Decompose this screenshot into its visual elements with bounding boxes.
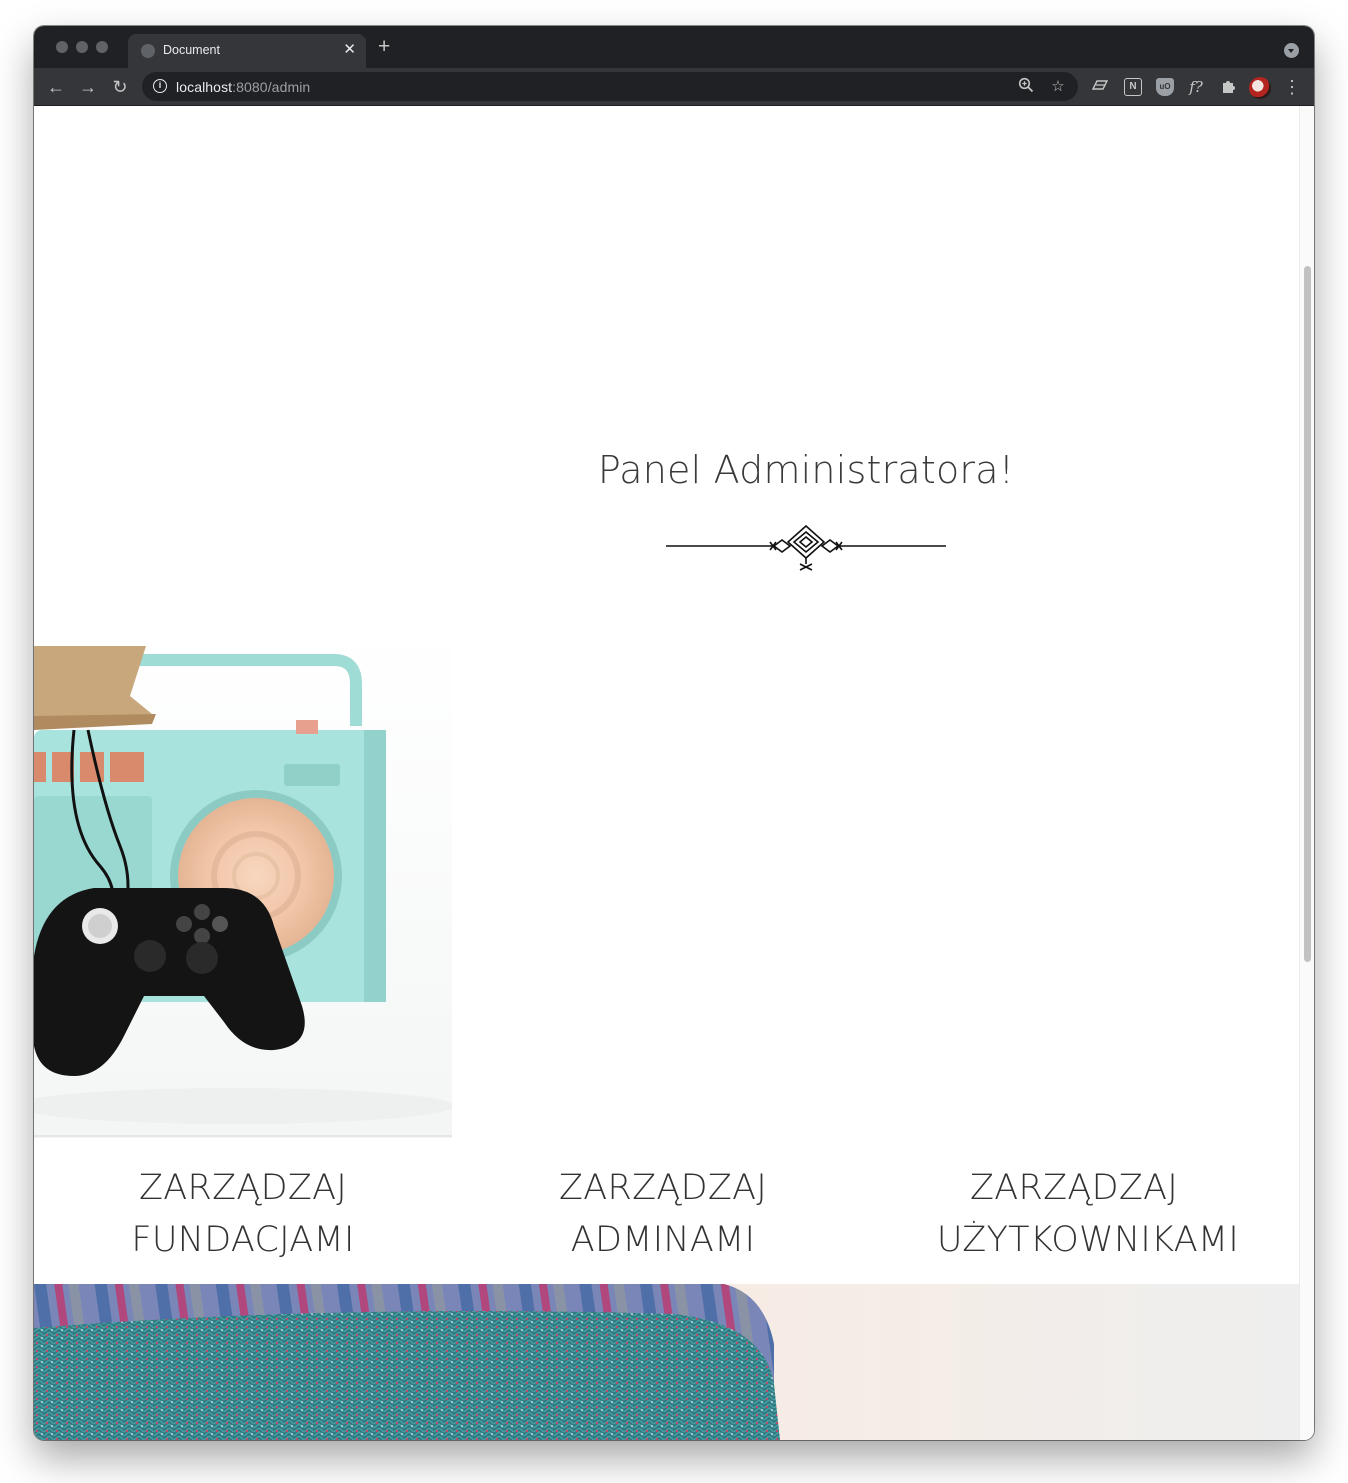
card-label-line2: ADMINAMI <box>570 1220 756 1260</box>
management-links: ZARZĄDZAJ FUNDACJAMI ZARZĄDZAJ ADMINAMI … <box>34 1140 1299 1286</box>
url-path: :8080/admin <box>232 79 311 95</box>
puzzle-icon[interactable] <box>1219 78 1237 96</box>
zoom-icon[interactable] <box>1016 77 1036 97</box>
card-label-line1: ZARZĄDZAJ <box>558 1168 768 1208</box>
close-tab-icon[interactable]: ✕ <box>343 41 356 59</box>
ornament-divider-icon <box>666 524 946 571</box>
card-label-line1: ZARZĄDZAJ <box>138 1168 348 1208</box>
card-label-line2: UŻYTKOWNIKAMI <box>936 1220 1240 1260</box>
manage-foundations-link[interactable]: ZARZĄDZAJ FUNDACJAMI <box>34 1162 452 1266</box>
bookmark-star-icon[interactable]: ☆ <box>1048 77 1068 97</box>
info-icon[interactable]: i <box>153 79 167 93</box>
tab-title: Document <box>163 43 220 57</box>
minimize-window-dot[interactable] <box>76 41 88 53</box>
hero-photo-boombox-gamepad <box>34 626 452 1138</box>
new-tab-button[interactable]: + <box>378 35 390 59</box>
notion-icon[interactable]: N <box>1124 78 1142 96</box>
close-window-dot[interactable] <box>56 41 68 53</box>
profile-avatar[interactable] <box>1249 77 1271 99</box>
card-label-line2: FUNDACJAMI <box>131 1220 355 1260</box>
forward-icon[interactable]: → <box>75 74 101 100</box>
back-icon[interactable]: ← <box>43 74 69 100</box>
ublock-icon[interactable]: uO <box>1156 78 1174 96</box>
url-host: localhost <box>176 79 233 95</box>
card-label-line1: ZARZĄDZAJ <box>969 1168 1179 1208</box>
address-bar[interactable]: i localhost:8080/admin ☆ <box>142 72 1078 101</box>
browser-toolbar: ← → ↻ i localhost:8080/admin ☆ N uO f? ⋮ <box>34 68 1314 106</box>
manage-admins-link[interactable]: ZARZĄDZAJ ADMINAMI <box>454 1162 872 1266</box>
scrollbar-thumb[interactable] <box>1304 266 1311 962</box>
page-viewport: Panel Administratora! ZARZĄDZAJ FUNDACJA… <box>34 106 1314 1440</box>
maximize-window-dot[interactable] <box>96 41 108 53</box>
font-icon[interactable]: f? <box>1187 78 1205 96</box>
tab-strip: Document ✕ + <box>34 26 1314 68</box>
active-tab[interactable]: Document ✕ <box>128 34 366 68</box>
reload-icon[interactable]: ↻ <box>107 74 133 100</box>
url-text[interactable]: localhost:8080/admin <box>176 79 310 95</box>
browser-window: Document ✕ + ← → ↻ i localhost:8080/admi… <box>34 26 1314 1440</box>
extension-icon[interactable] <box>1091 78 1109 96</box>
bottom-photo-knitted-fabric <box>34 1284 1299 1440</box>
menu-icon[interactable]: ⋮ <box>1282 76 1302 98</box>
tab-search-icon[interactable] <box>1284 43 1299 58</box>
page-scrollbar[interactable] <box>1299 106 1314 1440</box>
manage-users-link[interactable]: ZARZĄDZAJ UŻYTKOWNIKAMI <box>878 1162 1314 1266</box>
page-title: Panel Administratora! <box>597 448 1015 492</box>
globe-icon <box>141 44 155 58</box>
